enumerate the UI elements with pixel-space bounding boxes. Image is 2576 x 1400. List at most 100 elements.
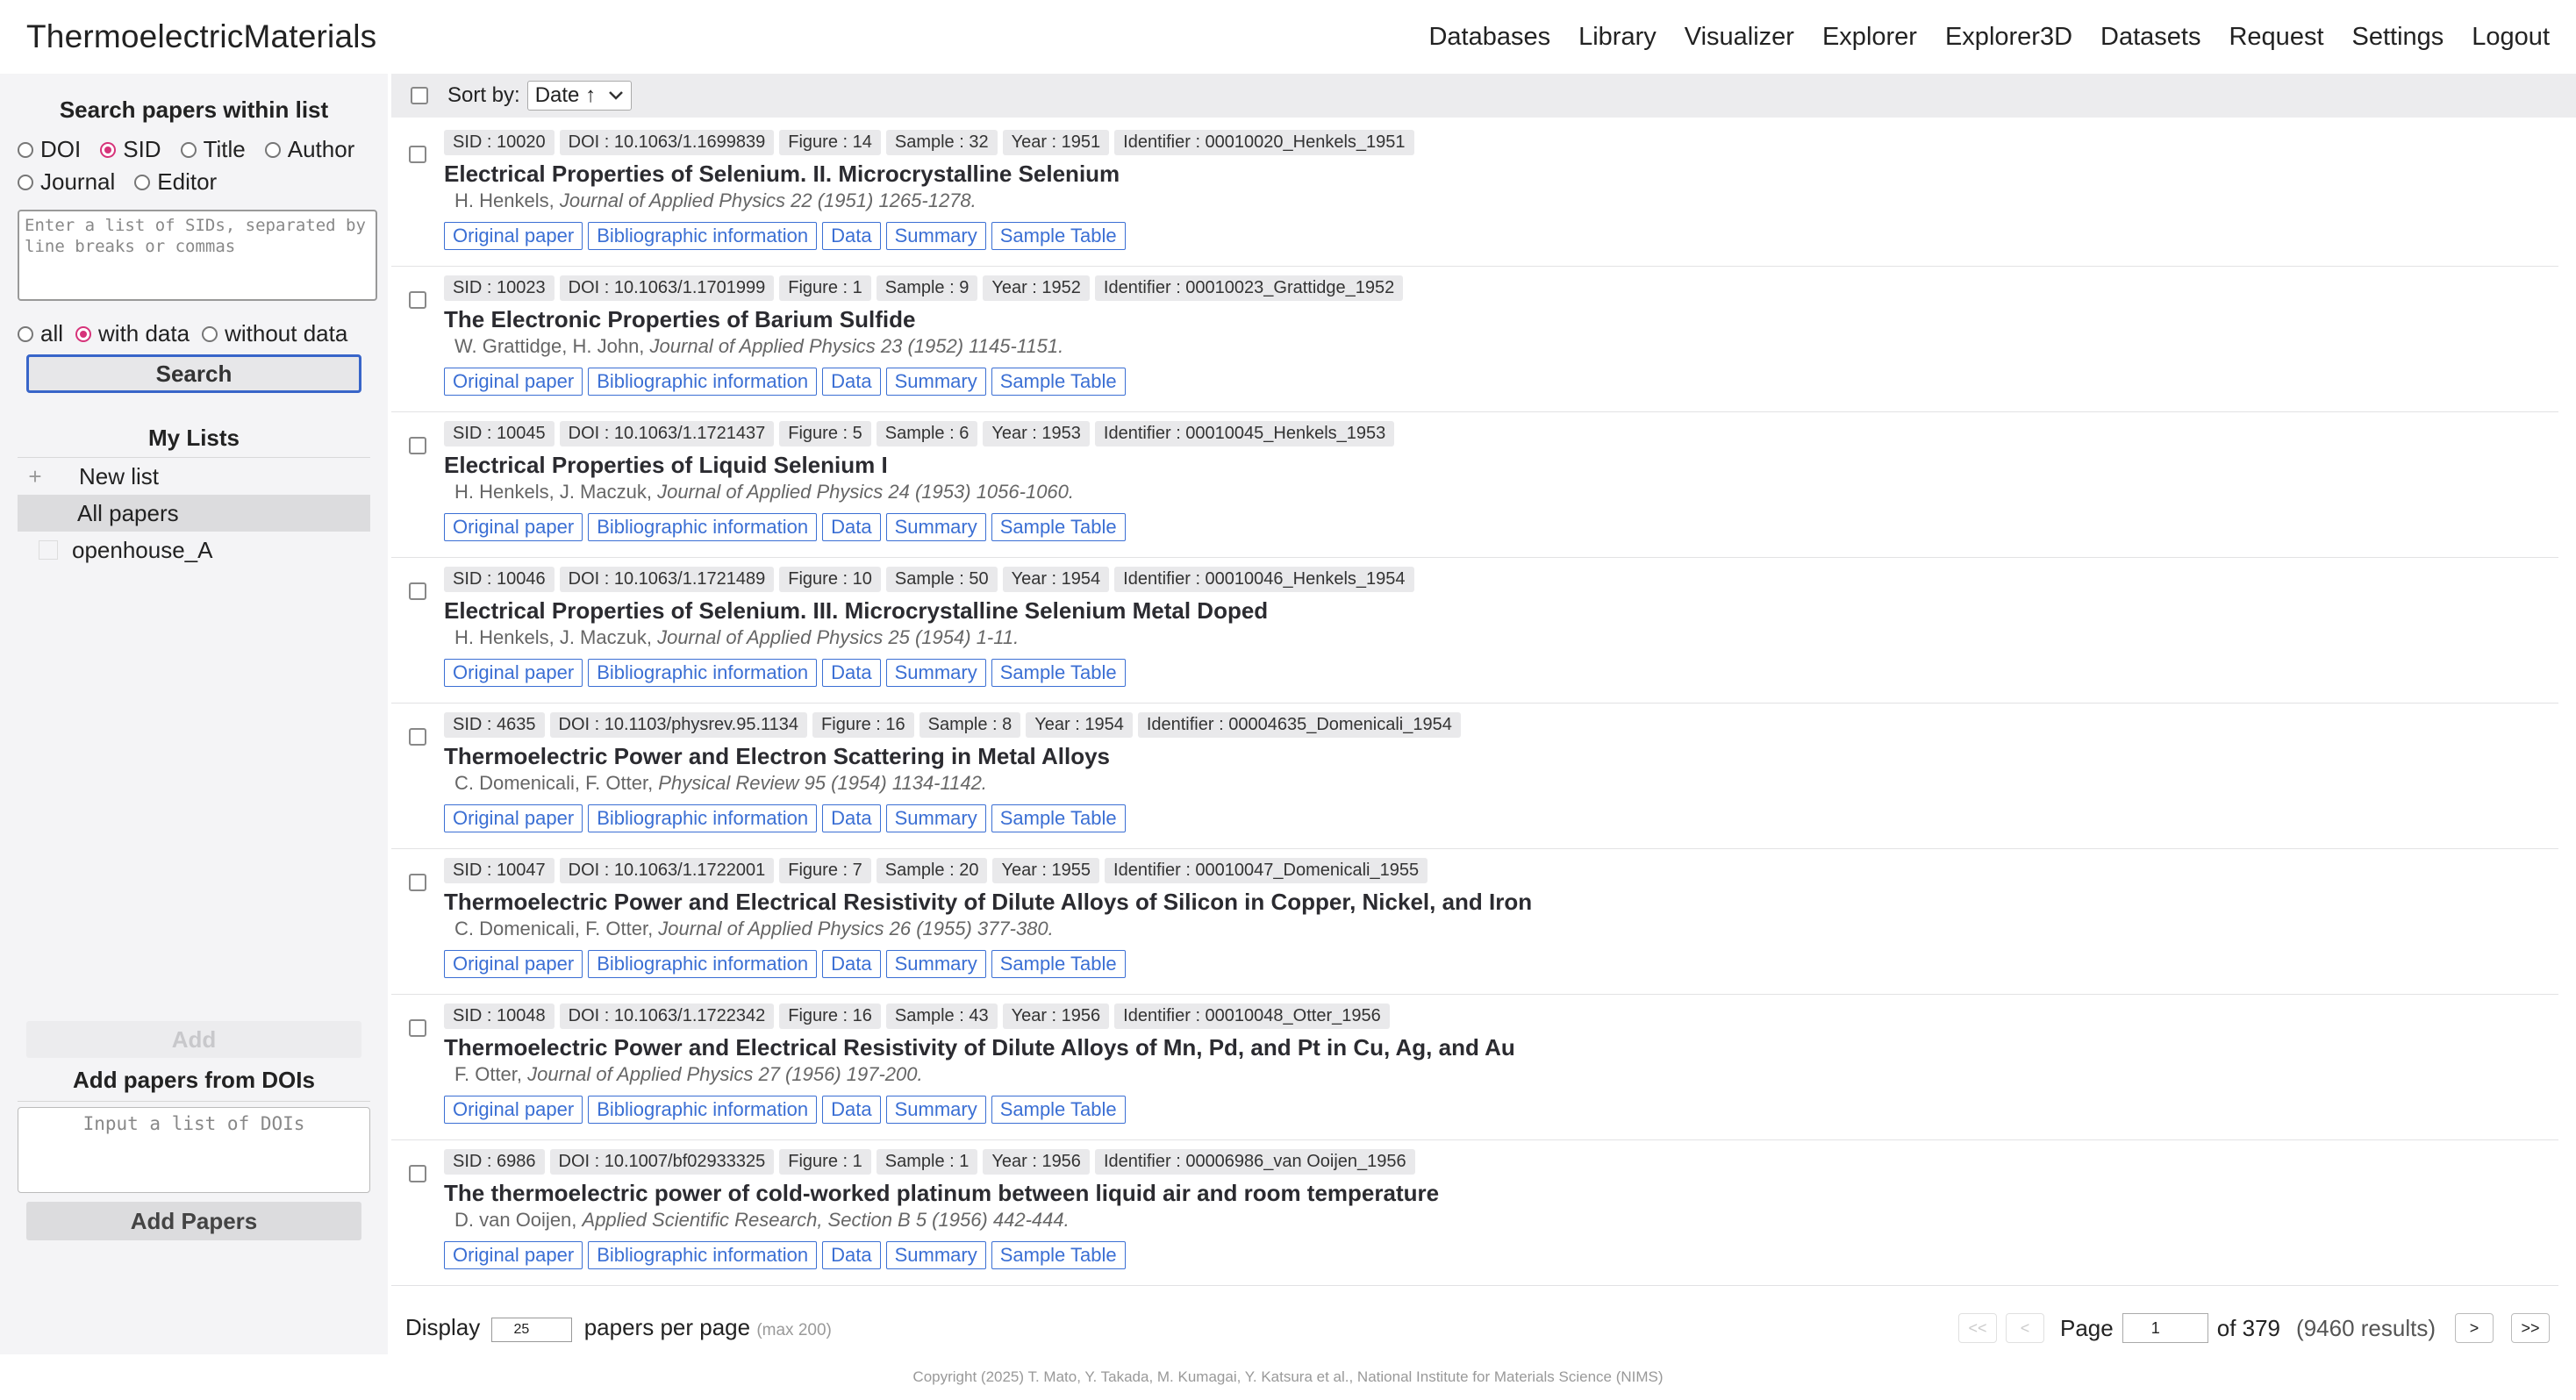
paper-link-bibliographic-information-button[interactable]: Bibliographic information [588, 1096, 818, 1124]
radio-author[interactable]: Author [264, 136, 354, 163]
paper-link-bibliographic-information-button[interactable]: Bibliographic information [588, 513, 818, 541]
paper-link-bibliographic-information-button[interactable]: Bibliographic information [588, 1241, 818, 1269]
radio-editor[interactable]: Editor [134, 168, 217, 196]
nav-explorer3d[interactable]: Explorer3D [1945, 23, 2072, 52]
paper-link-summary-button[interactable]: Summary [885, 804, 986, 832]
page-number-input[interactable]: 1 [2122, 1313, 2208, 1343]
list-checkbox[interactable] [39, 540, 58, 560]
paper-title[interactable]: Electrical Properties of Liquid Selenium… [444, 452, 2558, 478]
paper-title[interactable]: The thermoelectric power of cold-worked … [444, 1180, 2558, 1206]
paper-link-original-paper-button[interactable]: Original paper [444, 513, 583, 541]
radio-doi[interactable]: DOI [18, 136, 81, 163]
paper-link-sample-table-button[interactable]: Sample Table [991, 1241, 1126, 1269]
nav-logout[interactable]: Logout [2472, 23, 2550, 52]
paper-link-original-paper-button[interactable]: Original paper [444, 368, 583, 396]
paper-link-bibliographic-information-button[interactable]: Bibliographic information [588, 659, 818, 687]
prev-page-button[interactable]: < [2006, 1313, 2044, 1343]
nav-explorer[interactable]: Explorer [1822, 23, 1917, 52]
nav-databases[interactable]: Databases [1428, 23, 1550, 52]
paper-link-summary-button[interactable]: Summary [885, 368, 986, 396]
radio-doi-dot[interactable] [18, 141, 33, 158]
nav-visualizer[interactable]: Visualizer [1685, 23, 1794, 52]
new-list-item[interactable]: + New list [18, 458, 370, 495]
last-page-button[interactable]: >> [2511, 1313, 2550, 1343]
paper-link-original-paper-button[interactable]: Original paper [444, 659, 583, 687]
paper-link-sample-table-button[interactable]: Sample Table [991, 804, 1126, 832]
paper-title[interactable]: Electrical Properties of Selenium. III. … [444, 597, 2558, 624]
select-all-checkbox[interactable] [411, 87, 428, 104]
paper-link-bibliographic-information-button[interactable]: Bibliographic information [588, 222, 818, 250]
first-page-button[interactable]: << [1958, 1313, 1997, 1343]
brand-title[interactable]: ThermoelectricMaterials [26, 18, 376, 55]
radio-sid[interactable]: SID [100, 136, 161, 163]
paper-title[interactable]: Thermoelectric Power and Electrical Resi… [444, 1034, 2558, 1061]
radio-with-data-dot[interactable] [75, 325, 92, 342]
paper-link-sample-table-button[interactable]: Sample Table [991, 368, 1126, 396]
paper-link-sample-table-button[interactable]: Sample Table [991, 513, 1126, 541]
nav-datasets[interactable]: Datasets [2100, 23, 2200, 52]
paper-link-sample-table-button[interactable]: Sample Table [991, 1096, 1126, 1124]
radio-author-dot[interactable] [264, 141, 281, 158]
paper-checkbox[interactable] [409, 291, 426, 309]
radio-sid-dot[interactable] [100, 141, 117, 158]
paper-checkbox[interactable] [409, 582, 426, 600]
next-page-button[interactable]: > [2455, 1313, 2494, 1343]
nav-settings[interactable]: Settings [2352, 23, 2444, 52]
nav-request[interactable]: Request [2229, 23, 2323, 52]
paper-link-summary-button[interactable]: Summary [885, 222, 986, 250]
paper-checkbox[interactable] [409, 1165, 426, 1182]
paper-checkbox[interactable] [409, 728, 426, 746]
dois-input[interactable]: Input a list of DOIs [18, 1107, 370, 1193]
radio-without-data[interactable]: without data [202, 320, 347, 347]
paper-link-data-button[interactable]: Data [822, 513, 881, 541]
paper-title[interactable]: The Electronic Properties of Barium Sulf… [444, 306, 2558, 332]
radio-without-data-dot[interactable] [202, 325, 218, 342]
nav-library[interactable]: Library [1578, 23, 1657, 52]
radio-all[interactable]: all [18, 320, 63, 347]
paper-checkbox[interactable] [409, 874, 426, 891]
radio-all-dot[interactable] [18, 325, 33, 342]
paper-link-data-button[interactable]: Data [822, 659, 881, 687]
paper-link-summary-button[interactable]: Summary [885, 1096, 986, 1124]
search-button[interactable]: Search [26, 354, 361, 393]
radio-with-data[interactable]: with data [75, 320, 190, 347]
list-item-openhouse[interactable]: openhouse_A [18, 532, 370, 568]
paper-link-summary-button[interactable]: Summary [885, 950, 986, 978]
list-item-all-papers[interactable]: All papers [18, 495, 370, 532]
radio-journal-dot[interactable] [18, 174, 33, 190]
paper-link-data-button[interactable]: Data [822, 804, 881, 832]
paper-link-original-paper-button[interactable]: Original paper [444, 804, 583, 832]
paper-link-summary-button[interactable]: Summary [885, 1241, 986, 1269]
paper-checkbox[interactable] [409, 146, 426, 163]
paper-checkbox[interactable] [409, 1019, 426, 1037]
paper-link-bibliographic-information-button[interactable]: Bibliographic information [588, 368, 818, 396]
per-page-input[interactable]: 25 [491, 1317, 573, 1342]
sort-select[interactable]: Date ↑ [526, 81, 633, 111]
paper-link-summary-button[interactable]: Summary [885, 513, 986, 541]
paper-link-original-paper-button[interactable]: Original paper [444, 1096, 583, 1124]
paper-title[interactable]: Thermoelectric Power and Electrical Resi… [444, 889, 2558, 915]
radio-title-dot[interactable] [180, 141, 197, 158]
paper-link-data-button[interactable]: Data [822, 368, 881, 396]
paper-title[interactable]: Thermoelectric Power and Electron Scatte… [444, 743, 2558, 769]
paper-link-original-paper-button[interactable]: Original paper [444, 1241, 583, 1269]
paper-link-summary-button[interactable]: Summary [885, 659, 986, 687]
paper-link-data-button[interactable]: Data [822, 222, 881, 250]
paper-link-data-button[interactable]: Data [822, 1241, 881, 1269]
paper-title[interactable]: Electrical Properties of Selenium. II. M… [444, 161, 2558, 187]
add-button[interactable]: Add [26, 1021, 361, 1058]
paper-link-original-paper-button[interactable]: Original paper [444, 950, 583, 978]
paper-link-bibliographic-information-button[interactable]: Bibliographic information [588, 950, 818, 978]
add-papers-button[interactable]: Add Papers [26, 1202, 361, 1240]
radio-journal[interactable]: Journal [18, 168, 115, 196]
paper-link-bibliographic-information-button[interactable]: Bibliographic information [588, 804, 818, 832]
paper-link-sample-table-button[interactable]: Sample Table [991, 659, 1126, 687]
paper-link-sample-table-button[interactable]: Sample Table [991, 950, 1126, 978]
radio-editor-dot[interactable] [134, 174, 151, 190]
radio-title[interactable]: Title [180, 136, 246, 163]
paper-link-sample-table-button[interactable]: Sample Table [991, 222, 1126, 250]
paper-link-data-button[interactable]: Data [822, 1096, 881, 1124]
paper-link-data-button[interactable]: Data [822, 950, 881, 978]
paper-link-original-paper-button[interactable]: Original paper [444, 222, 583, 250]
sid-search-input[interactable]: Enter a list of SIDs, separated by line … [18, 210, 377, 301]
